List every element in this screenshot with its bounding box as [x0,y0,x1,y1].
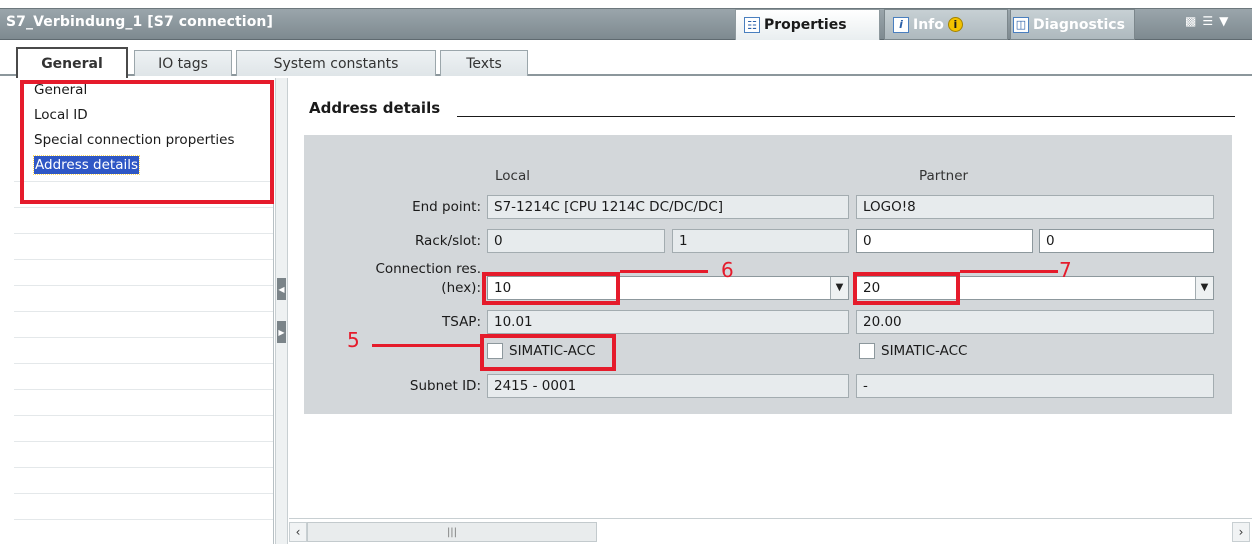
tab-properties-label: Properties [764,17,847,33]
tab-info-label: Info [913,16,944,33]
subnet-id-partner-field: - [856,374,1214,398]
simatic-acc-local-checkbox[interactable]: SIMATIC-ACC [487,343,595,359]
end-point-label: End point: [412,199,481,215]
annotation-callout-6: 6 [721,258,734,282]
annotation-callout-5: 5 [347,328,360,352]
scrollbar-thumb[interactable]: ||| [307,522,597,542]
rack-slot-label: Rack/slot: [414,233,481,249]
scroll-right-icon[interactable]: › [1232,522,1250,542]
column-header-local: Local [495,168,530,184]
menu-lines-icon[interactable]: ☰ [1202,14,1213,28]
tsap-local-field: 10.01 [487,310,849,334]
nav-item-address-details[interactable]: Address details [14,153,274,178]
section-title: Address details [309,99,441,117]
tab-diagnostics[interactable]: ◫ Diagnostics [1010,9,1135,40]
diagnostics-icon: ◫ [1013,16,1029,33]
slot-local-field: 1 [672,229,849,253]
annotation-line-7 [960,270,1058,273]
slot-partner-field[interactable]: 0 [1039,229,1214,253]
subnet-id-local-field: 2415 - 0001 [487,374,849,398]
tab-io-tags[interactable]: IO tags [134,50,232,76]
end-point-partner-field: LOGO!8 [856,195,1214,219]
scroll-left-icon[interactable]: ‹ [289,522,307,542]
chevron-down-icon[interactable]: ▼ [1219,14,1228,28]
annotation-line-6 [620,270,708,273]
address-details-content: Address details Local Partner End point:… [289,78,1252,518]
connection-res-local-select[interactable]: 10 ▼ [487,276,849,300]
pane-splitter[interactable]: ◀ ▶ [275,78,288,544]
tsap-label: TSAP: [442,314,481,330]
column-header-partner: Partner [919,168,969,184]
nav-item-special-connection-properties[interactable]: Special connection properties [14,128,274,153]
section-divider [457,116,1235,117]
connection-res-local-value: 10 [494,280,512,296]
simatic-acc-partner-checkbox[interactable]: SIMATIC-ACC [859,343,967,359]
window-title: S7_Verbindung_1 [S7 connection] [6,14,273,30]
nav-item-general[interactable]: General [14,78,274,103]
tab-texts[interactable]: Texts [440,50,528,76]
window-controls[interactable]: ▩ ☰ ▼ [1185,14,1228,28]
connection-res-partner-value: 20 [863,280,881,296]
checkbox-box[interactable] [859,343,875,359]
tab-general[interactable]: General [16,47,128,78]
tab-info[interactable]: i Info i [884,9,1008,40]
rack-partner-field[interactable]: 0 [856,229,1033,253]
properties-icon: ☷ [744,17,760,33]
tab-properties[interactable]: ☷ Properties [735,9,880,40]
checkbox-box[interactable] [487,343,503,359]
navigation-list: General Local ID Special connection prop… [14,78,274,178]
horizontal-scrollbar[interactable]: ‹ ||| › [289,518,1252,544]
tsap-partner-field: 20.00 [856,310,1214,334]
simatic-acc-local-label: SIMATIC-ACC [509,343,596,359]
tab-diagnostics-label: Diagnostics [1033,16,1125,33]
properties-navigation: General Local ID Special connection prop… [14,78,274,544]
inspector-titlebar: S7_Verbindung_1 [S7 connection] ☷ Proper… [0,0,1252,44]
nav-item-address-details-label: Address details [32,155,141,175]
simatic-acc-partner-label: SIMATIC-ACC [881,343,968,359]
info-arrow-icon: i [893,16,909,33]
subnet-id-label: Subnet ID: [409,378,481,394]
restore-icon[interactable]: ▩ [1185,14,1196,28]
tab-system-constants[interactable]: System constants [236,50,436,76]
expand-right-icon[interactable]: ▶ [277,321,286,343]
chevron-down-icon[interactable]: ▼ [830,277,848,299]
info-notice-icon: i [947,17,963,32]
annotation-callout-7: 7 [1059,258,1072,282]
connection-res-label-line2: (hex): [441,280,481,296]
connection-res-label-line1: Connection res. [375,261,481,277]
section-tab-bar: General IO tags System constants Texts [0,44,1252,78]
rack-local-field: 0 [487,229,665,253]
chevron-down-icon[interactable]: ▼ [1195,277,1213,299]
end-point-local-field: S7-1214C [CPU 1214C DC/DC/DC] [487,195,849,219]
connection-res-partner-select[interactable]: 20 ▼ [856,276,1214,300]
collapse-left-icon[interactable]: ◀ [277,278,286,300]
nav-item-local-id[interactable]: Local ID [14,103,274,128]
annotation-line-5 [372,344,480,347]
